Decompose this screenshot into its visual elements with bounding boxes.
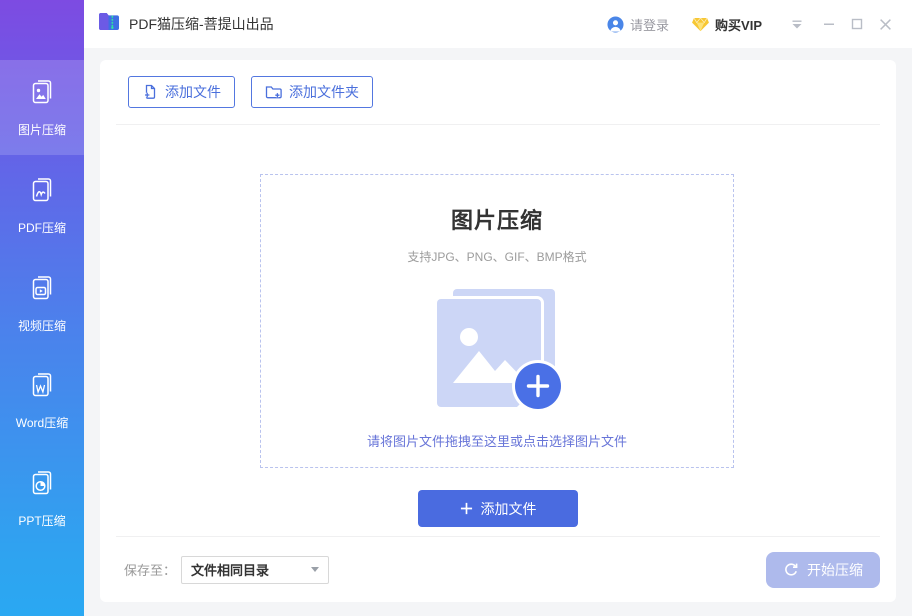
sidebar-item-image-compress[interactable]: 图片压缩 xyxy=(0,60,84,155)
sidebar: 图片压缩 PDF压缩 视频压缩 xyxy=(0,0,84,616)
start-compress-button[interactable]: 开始压缩 xyxy=(766,552,880,588)
refresh-icon xyxy=(783,562,799,578)
sidebar-item-video-compress[interactable]: 视频压缩 xyxy=(0,256,84,351)
skin-menu-button[interactable] xyxy=(784,11,810,37)
add-file-label: 添加文件 xyxy=(165,82,221,102)
dropzone-title: 图片压缩 xyxy=(451,203,543,235)
sidebar-item-label: Word压缩 xyxy=(16,414,68,431)
main-panel: 添加文件 添加文件夹 图片压缩 支持JPG、PNG、GIF、BMP格式 xyxy=(100,60,896,602)
sidebar-item-label: 图片压缩 xyxy=(18,121,66,138)
sidebar-item-label: 视频压缩 xyxy=(18,317,66,334)
sidebar-item-word-compress[interactable]: Word压缩 xyxy=(0,353,84,448)
supported-formats: 支持JPG、PNG、GIF、BMP格式 xyxy=(407,248,586,265)
file-dropzone[interactable]: 图片压缩 支持JPG、PNG、GIF、BMP格式 请将图片文件拖拽至这 xyxy=(260,174,734,468)
buy-vip-button[interactable]: 购买VIP xyxy=(691,15,762,34)
start-compress-label: 开始压缩 xyxy=(807,560,863,580)
sidebar-item-label: PPT压缩 xyxy=(18,512,65,529)
add-files-label: 添加文件 xyxy=(481,499,537,519)
minimize-button[interactable] xyxy=(816,11,842,37)
app-logo-icon xyxy=(98,12,121,36)
file-plus-icon xyxy=(142,84,158,100)
save-to-label: 保存至： xyxy=(124,560,176,579)
gem-icon xyxy=(691,17,710,32)
sidebar-item-label: PDF压缩 xyxy=(18,219,66,236)
window-title: PDF猫压缩-菩提山出品 xyxy=(129,14,274,34)
chevron-down-icon xyxy=(311,567,319,572)
add-files-primary-button[interactable]: 添加文件 xyxy=(418,490,578,527)
sidebar-item-pdf-compress[interactable]: PDF压缩 xyxy=(0,158,84,253)
toolbar: 添加文件 添加文件夹 xyxy=(116,60,880,125)
add-folder-button[interactable]: 添加文件夹 xyxy=(251,76,373,108)
login-button[interactable]: 请登录 xyxy=(607,15,669,34)
close-icon xyxy=(879,18,892,31)
ppt-doc-icon xyxy=(27,468,57,503)
video-doc-icon xyxy=(27,273,57,308)
footer-bar: 保存至： 文件相同目录 开始压缩 xyxy=(116,536,880,602)
image-doc-icon xyxy=(27,77,57,112)
add-file-button[interactable]: 添加文件 xyxy=(128,76,235,108)
close-button[interactable] xyxy=(872,11,898,37)
titlebar: PDF猫压缩-菩提山出品 请登录 购买 xyxy=(84,0,912,48)
skin-menu-icon xyxy=(791,18,803,30)
maximize-button[interactable] xyxy=(844,11,870,37)
save-location-value: 文件相同目录 xyxy=(191,560,269,579)
word-doc-icon xyxy=(27,370,57,405)
user-circle-icon xyxy=(607,16,624,33)
add-image-plus-button[interactable] xyxy=(515,363,561,409)
sidebar-item-ppt-compress[interactable]: PPT压缩 xyxy=(0,451,84,546)
pdf-doc-icon xyxy=(27,175,57,210)
maximize-icon xyxy=(851,18,863,30)
minimize-icon xyxy=(823,18,835,30)
dropzone-hint: 请将图片文件拖拽至这里或点击选择图片文件 xyxy=(367,431,627,450)
vip-label: 购买VIP xyxy=(715,15,762,34)
save-location-select[interactable]: 文件相同目录 xyxy=(181,556,329,584)
plus-icon xyxy=(460,502,473,515)
image-placeholder-illustration xyxy=(437,289,557,407)
add-folder-label: 添加文件夹 xyxy=(289,82,359,102)
folder-plus-icon xyxy=(265,84,282,100)
login-label: 请登录 xyxy=(630,15,669,34)
plus-icon xyxy=(526,374,550,398)
app-window: 图片压缩 PDF压缩 视频压缩 xyxy=(0,0,912,616)
